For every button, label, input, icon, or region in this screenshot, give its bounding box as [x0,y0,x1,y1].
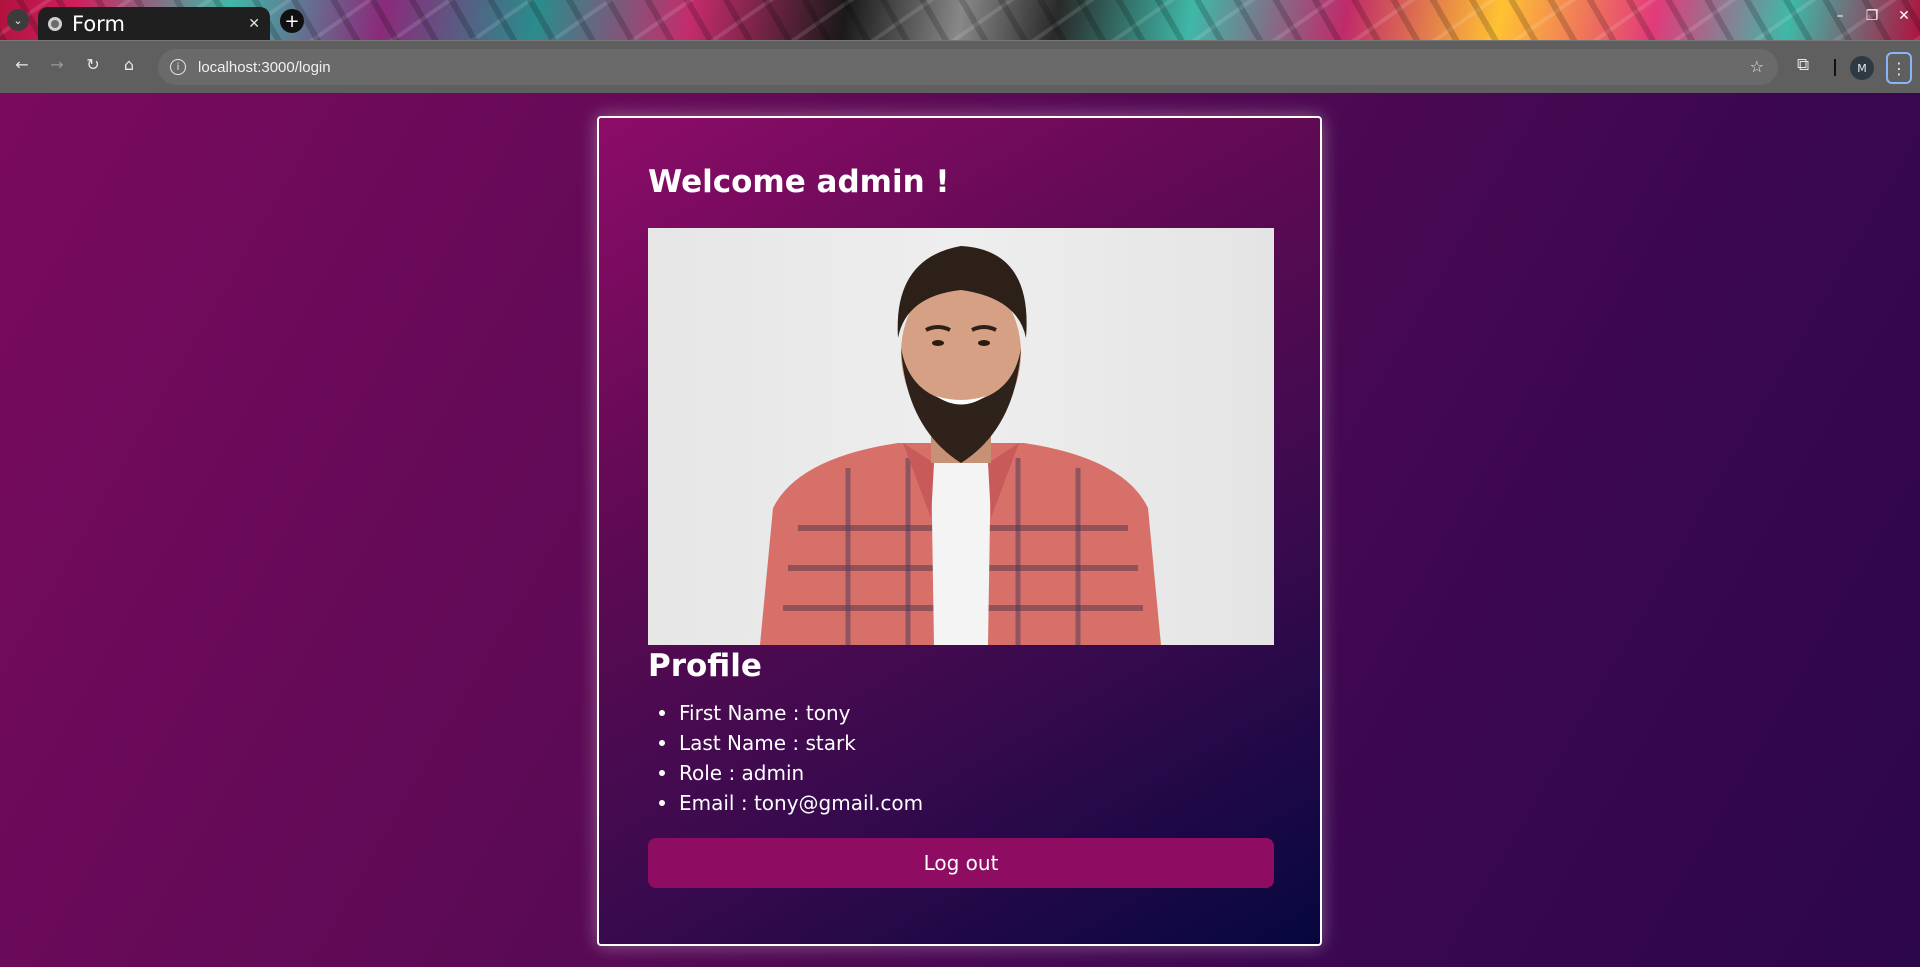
forward-arrow-icon[interactable]: → [45,55,69,74]
window-controls: – ❐ ✕ [1824,8,1920,24]
tab-title: Form [72,11,125,36]
toolbar-divider [1834,59,1836,76]
extensions-icon[interactable]: ⧉ [1797,55,1809,75]
browser-tab-strip: ⌄ Form ✕ + – ❐ ✕ [0,0,1920,40]
restore-button[interactable]: ❐ [1856,8,1888,24]
close-window-button[interactable]: ✕ [1888,8,1920,24]
page-background: Welcome admin ! Profile First Name: ton… [0,93,1920,967]
person-illustration [760,246,1161,645]
profile-photo [648,228,1274,645]
profile-heading: Profile [648,648,762,684]
profile-details-list: First Name : tony Last Name : stark Role… [648,698,923,818]
address-bar[interactable]: i localhost:3000/login ☆ [158,49,1778,85]
list-item-email: Email : tony@gmail.com [648,788,923,818]
browser-toolbar: ← → ↻ ⌂ i localhost:3000/login ☆ ⧉ M ⋮ [0,40,1920,93]
list-item-first-name: First Name : tony [648,698,923,728]
site-info-icon[interactable]: i [170,59,186,75]
browser-tab[interactable]: Form ✕ [38,7,270,40]
minimize-button[interactable]: – [1824,8,1856,24]
home-icon[interactable]: ⌂ [117,55,141,74]
bookmark-star-icon[interactable]: ☆ [1750,57,1764,76]
list-item-last-name: Last Name : stark [648,728,923,758]
browser-menu-icon[interactable]: ⋮ [1886,52,1912,84]
url-text[interactable]: localhost:3000/login [198,59,331,76]
logout-button[interactable]: Log out [648,838,1274,888]
close-icon[interactable]: ✕ [248,16,260,32]
tab-search-button[interactable]: ⌄ [7,9,29,31]
new-tab-button[interactable]: + [280,9,304,33]
profile-avatar[interactable]: M [1850,56,1874,80]
globe-icon [48,16,62,31]
welcome-heading: Welcome admin ! [648,164,950,200]
list-item-role: Role : admin [648,758,923,788]
back-arrow-icon[interactable]: ← [10,55,34,74]
reload-icon[interactable]: ↻ [81,55,105,74]
profile-card: Welcome admin ! Profile First Name: ton… [597,116,1322,946]
